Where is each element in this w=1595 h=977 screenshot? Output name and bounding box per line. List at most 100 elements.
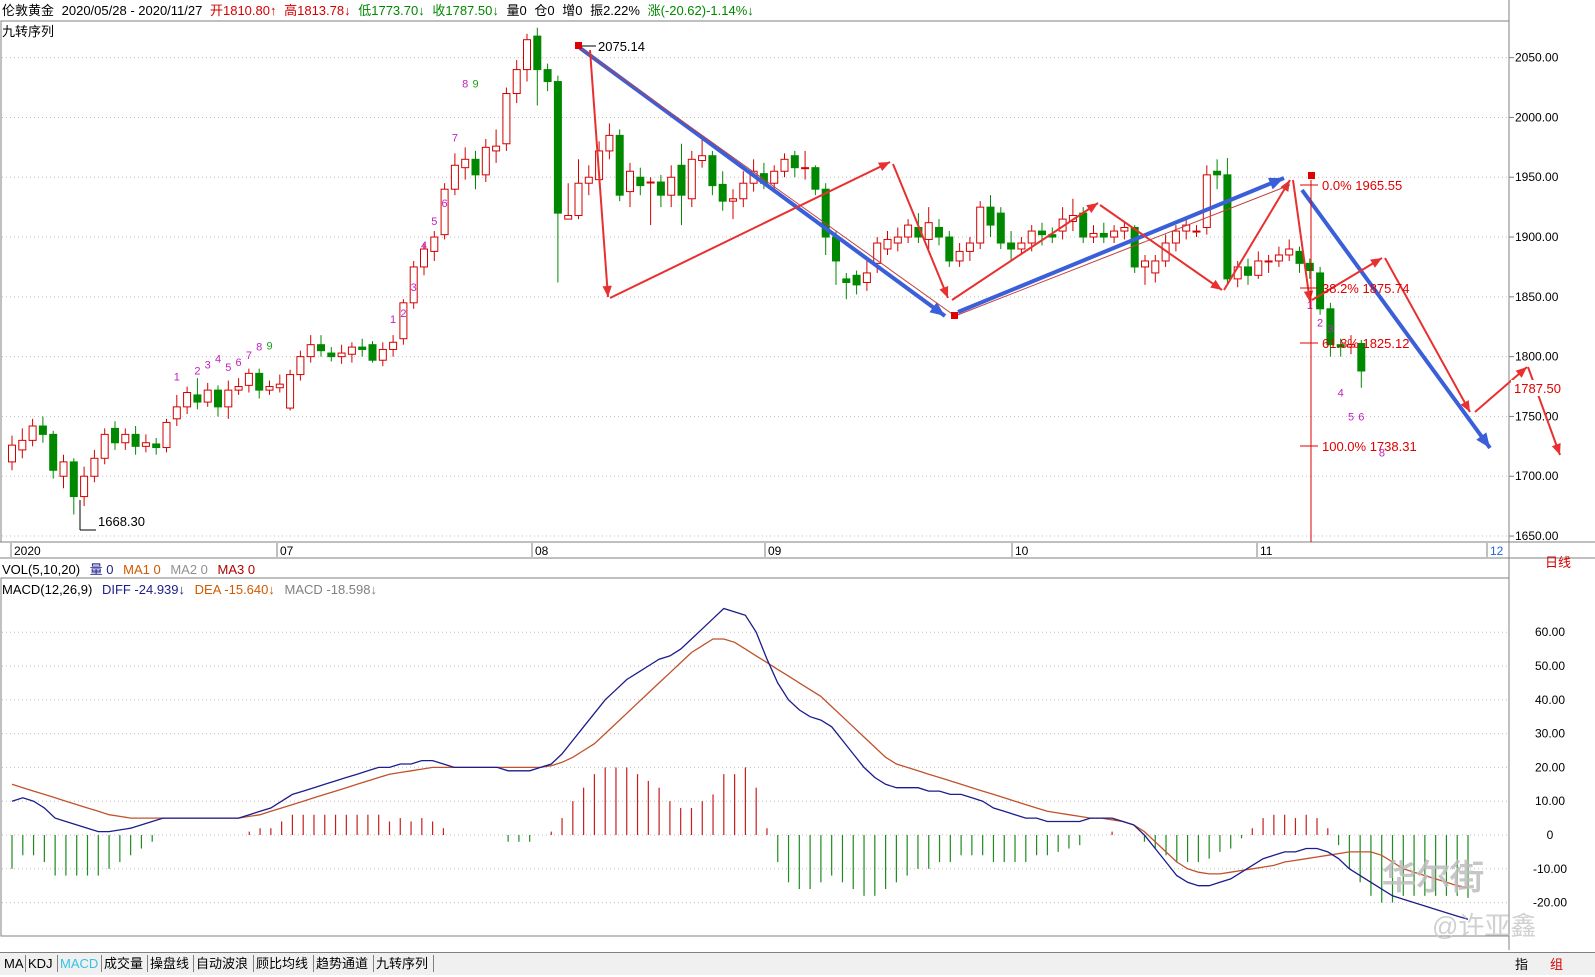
tab-8[interactable]: 九转序列 [374, 955, 434, 972]
candle-body [935, 226, 943, 238]
candle-body [1171, 230, 1180, 244]
candle-body [677, 164, 686, 196]
candle-body [533, 35, 542, 71]
td-sequence-label: 5 [1348, 412, 1354, 424]
price-tick-label: 2050.00 [1515, 51, 1559, 65]
diff-line [11, 607, 1469, 920]
candle-body [317, 344, 325, 352]
price-tick-label: 2000.00 [1515, 110, 1559, 124]
candle-body [739, 182, 748, 200]
candle-body [141, 442, 150, 447]
tab-4[interactable]: 操盘线 [148, 955, 194, 972]
candle-body [368, 344, 377, 361]
candle-body [90, 457, 99, 477]
vol-legend-ma3: MA3 0 [217, 562, 256, 577]
td-sequence-label: 1 [390, 314, 396, 326]
macd-legend: MACD(12,26,9) DIFF -24.939↓ DEA -15.640↓… [2, 581, 383, 599]
candle-body [543, 69, 552, 83]
blue-trend-arrow [957, 176, 1285, 314]
price-tick-label: 1700.00 [1515, 469, 1559, 483]
candle-body [347, 346, 356, 355]
candle-body [1192, 230, 1201, 233]
candle-body [152, 443, 161, 449]
macd-legend-diff: DIFF -24.939↓ [101, 582, 186, 597]
td-sequence-label: 6 [1358, 412, 1364, 424]
candle-body [615, 134, 624, 196]
candle-body [626, 170, 634, 193]
candle-body [131, 433, 140, 447]
candle-body [255, 372, 264, 391]
price-tick-label: 1800.00 [1515, 350, 1559, 364]
watermark-logo: 华尔街 [1382, 859, 1484, 897]
candle-body [553, 81, 562, 214]
indicator-menu-button[interactable]: 指 [1515, 954, 1528, 973]
td-sequence-label: 1 [174, 372, 180, 384]
time-axis-label: 10 [1015, 544, 1029, 558]
candle-body [461, 158, 470, 169]
macd-legend-macd: MACD -18.598↓ [284, 582, 377, 597]
time-axis-label: 09 [768, 544, 782, 558]
candle-body [1017, 242, 1026, 250]
tab-6[interactable]: 顾比均线 [254, 955, 314, 972]
candle-body [811, 167, 820, 190]
candle-body [389, 341, 398, 350]
dea-line [11, 638, 1469, 889]
tab-1[interactable]: KDJ [26, 955, 58, 972]
candle-body [1244, 266, 1252, 276]
candle-body [893, 236, 902, 244]
candle-body [358, 346, 367, 350]
candle-body [1027, 230, 1036, 244]
candle-body [224, 389, 233, 408]
candle-body [286, 374, 295, 409]
candle-body [1213, 170, 1222, 176]
macd-tick-label: 40.00 [1535, 693, 1565, 707]
macd-tick-label: 50.00 [1535, 659, 1565, 673]
candle-body [162, 421, 171, 449]
fib-label-fib_0: 0.0% 1965.55 [1322, 178, 1402, 193]
macd-tick-label: -20.00 [1533, 896, 1567, 910]
macd-tick-label: 10.00 [1535, 794, 1565, 808]
price-tick-label: 1650.00 [1515, 529, 1559, 543]
td-sequence-label: 4 [1338, 388, 1344, 400]
fib-label-fib_100: 100.0% 1738.31 [1322, 439, 1417, 454]
candle-body [183, 392, 192, 408]
td-sequence-label: 4 [215, 354, 221, 366]
candle-body [111, 427, 119, 444]
group-menu-button[interactable]: 组 [1550, 954, 1563, 973]
fib-label-fib_382: 38.2% 1875.74 [1322, 281, 1409, 296]
candle-body [502, 93, 511, 145]
macd-tick-label: 0 [1547, 828, 1554, 842]
macd-legend-name: MACD(12,26,9) [2, 582, 93, 597]
time-axis-label: 12 [1490, 544, 1504, 558]
price-pane-frame [0, 20, 1510, 543]
candle-body [1099, 232, 1108, 238]
td-sequence-label: 2 [1317, 318, 1323, 330]
candle-body [203, 389, 212, 403]
candle-body [337, 352, 346, 358]
candle-body [729, 198, 737, 202]
macd-tick-label: 60.00 [1535, 625, 1565, 639]
watermark-handle: @许亚鑫 [1432, 911, 1537, 941]
vol-legend-vol: 量 0 [89, 562, 114, 577]
tab-2[interactable]: MACD [58, 955, 102, 972]
candle-body [512, 69, 521, 95]
tab-7[interactable]: 趋势通道 [314, 955, 374, 972]
day-period-button[interactable]: 日线 [1545, 552, 1571, 571]
td-sequence-label: 7 [452, 132, 458, 144]
fib-label-fib_618: 61.8% 1825.12 [1322, 336, 1409, 351]
swing-high-marker [1308, 172, 1315, 179]
tab-0[interactable]: MA [2, 955, 26, 972]
high-price-label: 2075.14 [598, 39, 645, 54]
candle-body [1007, 242, 1016, 250]
candle-body [564, 215, 573, 220]
red-trend-arrow-head [939, 286, 949, 298]
price-and-macd-chart[interactable]: 2050.002000.001950.001900.001850.001800.… [0, 0, 1595, 950]
candle-body [1223, 174, 1232, 280]
indicator-tab-bar: MA KDJ MACD 成交量 操盘线 自动波浪 顾比均线 趋势通道 九转序列 [0, 952, 1595, 975]
tab-5[interactable]: 自动波浪 [194, 955, 254, 972]
thin-trend-line [579, 47, 956, 317]
tab-3[interactable]: 成交量 [102, 955, 148, 972]
candle-body [976, 206, 985, 244]
candle-body [996, 212, 1005, 244]
high-marker [575, 42, 582, 49]
